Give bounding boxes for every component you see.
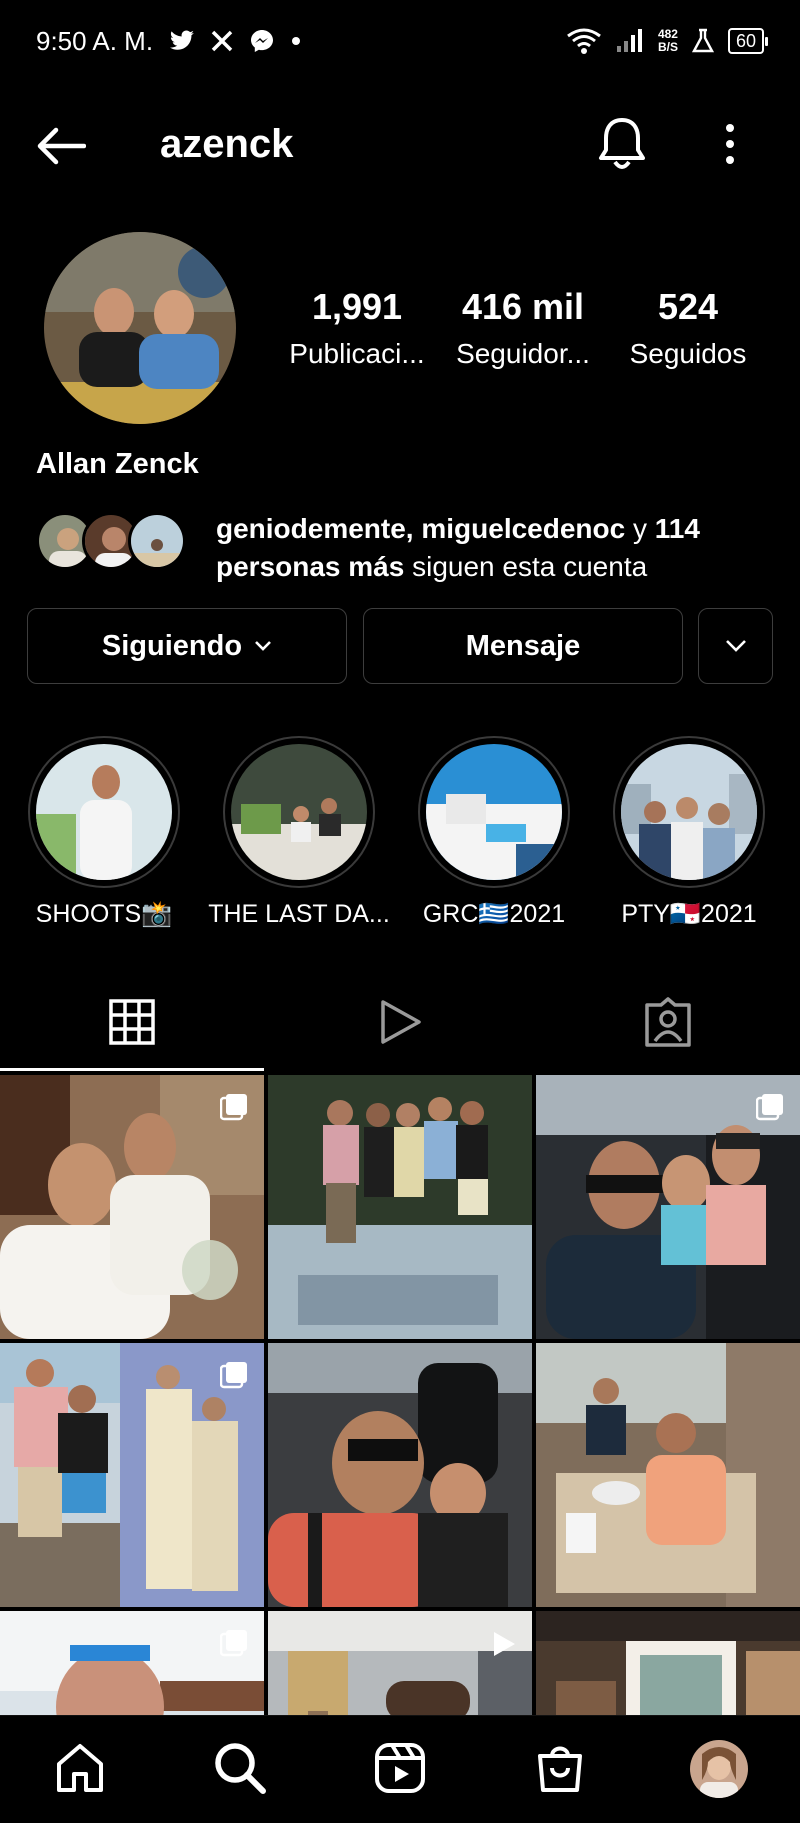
post-thumbnail[interactable] bbox=[268, 1075, 532, 1339]
mutual-conj: y bbox=[625, 513, 655, 544]
x-logo-icon bbox=[211, 30, 233, 52]
chevron-down-icon bbox=[254, 640, 272, 652]
stat-posts[interactable]: 1,991 Publicaci... bbox=[277, 286, 437, 370]
highlight-ring bbox=[223, 736, 375, 888]
mutual-people-more: personas más bbox=[216, 551, 405, 582]
stat-following-label: Seguidos bbox=[629, 338, 747, 369]
mutual-followers[interactable]: geniodemente, miguelcedenoc y 114 person… bbox=[36, 510, 776, 586]
mutual-follow-text: siguen esta cuenta bbox=[404, 551, 648, 582]
stat-followers-label: Seguidor... bbox=[456, 338, 590, 369]
highlight-shoots[interactable]: SHOOTS📸 bbox=[26, 736, 182, 928]
mutual-text: geniodemente, miguelcedenoc y 114 person… bbox=[216, 510, 700, 586]
multiple-posts-icon bbox=[219, 1629, 248, 1657]
tab-grid[interactable] bbox=[102, 994, 162, 1054]
active-tab-indicator bbox=[0, 1068, 264, 1071]
net-speed: 482 B/S bbox=[658, 28, 678, 54]
back-arrow-icon[interactable] bbox=[34, 126, 87, 171]
highlight-cover bbox=[621, 744, 757, 880]
post-thumbnail[interactable] bbox=[268, 1343, 532, 1607]
grid-icon bbox=[109, 998, 155, 1050]
status-time: 9:50 A. M. bbox=[36, 25, 154, 56]
tab-tagged[interactable] bbox=[638, 994, 698, 1054]
home-icon bbox=[54, 1742, 106, 1799]
following-button[interactable]: Siguiendo bbox=[27, 608, 347, 684]
stat-followers[interactable]: 416 mil Seguidor... bbox=[443, 286, 603, 370]
highlight-ring bbox=[613, 736, 765, 888]
stat-posts-label: Publicaci... bbox=[289, 338, 425, 369]
profile-avatar[interactable] bbox=[44, 232, 236, 424]
video-play-icon bbox=[488, 1629, 516, 1657]
messenger-icon bbox=[249, 28, 275, 54]
highlight-ring bbox=[28, 736, 180, 888]
mutual-names: geniodemente, miguelcedenoc bbox=[216, 513, 626, 544]
shop-bag-icon bbox=[534, 1742, 586, 1799]
highlight-label: THE LAST DA... bbox=[208, 900, 390, 928]
post-thumbnail[interactable] bbox=[0, 1343, 264, 1607]
highlight-the-last-dance[interactable]: THE LAST DA... bbox=[208, 736, 390, 928]
post-thumbnail[interactable] bbox=[536, 1343, 800, 1607]
tab-reels[interactable] bbox=[370, 994, 430, 1054]
highlight-label: SHOOTS📸 bbox=[35, 900, 173, 928]
battery-indicator: 60 bbox=[727, 28, 769, 54]
nav-search[interactable] bbox=[210, 1740, 270, 1800]
tagged-person-icon bbox=[643, 996, 693, 1052]
more-vertical-icon[interactable] bbox=[714, 122, 746, 171]
highlight-pty-2021[interactable]: PTY🇵🇦2021 bbox=[611, 736, 767, 928]
notification-dot-icon bbox=[291, 36, 301, 46]
stat-following-value: 524 bbox=[657, 286, 719, 327]
twitter-icon bbox=[169, 30, 195, 52]
chevron-down-icon bbox=[725, 639, 747, 653]
highlight-cover bbox=[426, 744, 562, 880]
mutual-count: 114 bbox=[654, 513, 700, 544]
nav-profile-avatar[interactable] bbox=[690, 1740, 748, 1798]
nav-home[interactable] bbox=[50, 1740, 110, 1800]
highlight-label: PTY🇵🇦2021 bbox=[621, 900, 757, 928]
highlight-label: GRC🇬🇷2021 bbox=[422, 900, 566, 928]
highlight-grc-2021[interactable]: GRC🇬🇷2021 bbox=[416, 736, 572, 928]
message-button[interactable]: Mensaje bbox=[363, 608, 683, 684]
net-speed-unit: B/S bbox=[657, 40, 678, 54]
multiple-posts-icon bbox=[219, 1093, 248, 1121]
posts-grid bbox=[0, 1075, 800, 1823]
bell-icon[interactable] bbox=[598, 116, 646, 177]
multiple-posts-icon bbox=[219, 1361, 248, 1389]
nav-reels[interactable] bbox=[370, 1740, 430, 1800]
mutual-avatar bbox=[128, 512, 186, 570]
mutual-avatars bbox=[36, 510, 186, 570]
post-thumbnail[interactable] bbox=[0, 1075, 264, 1339]
full-name: Allan Zenck bbox=[36, 448, 199, 480]
stat-posts-value: 1,991 bbox=[311, 286, 403, 327]
lab-flask-icon bbox=[691, 28, 714, 54]
post-thumbnail[interactable] bbox=[536, 1075, 800, 1339]
profile-header: azenck bbox=[0, 108, 800, 184]
stat-followers-value: 416 mil bbox=[461, 286, 585, 327]
multiple-posts-icon bbox=[755, 1093, 784, 1121]
highlight-ring bbox=[418, 736, 570, 888]
status-bar: 9:50 A. M. 482 B/S 60 bbox=[0, 0, 800, 82]
following-button-label: Siguiendo bbox=[101, 629, 243, 662]
signal-icon bbox=[616, 28, 644, 54]
bottom-navigation bbox=[0, 1715, 800, 1823]
reels-play-icon bbox=[377, 998, 423, 1051]
profile-tabs bbox=[0, 980, 800, 1072]
stat-following[interactable]: 524 Seguidos bbox=[608, 286, 768, 370]
nav-shop[interactable] bbox=[530, 1740, 590, 1800]
wifi-icon bbox=[566, 27, 602, 55]
message-button-label: Mensaje bbox=[465, 629, 581, 662]
suggested-accounts-button[interactable] bbox=[698, 608, 773, 684]
highlight-cover bbox=[36, 744, 172, 880]
search-icon bbox=[213, 1741, 267, 1800]
reels-icon bbox=[374, 1742, 426, 1799]
highlight-cover bbox=[231, 744, 367, 880]
page-title: azenck bbox=[160, 122, 294, 166]
